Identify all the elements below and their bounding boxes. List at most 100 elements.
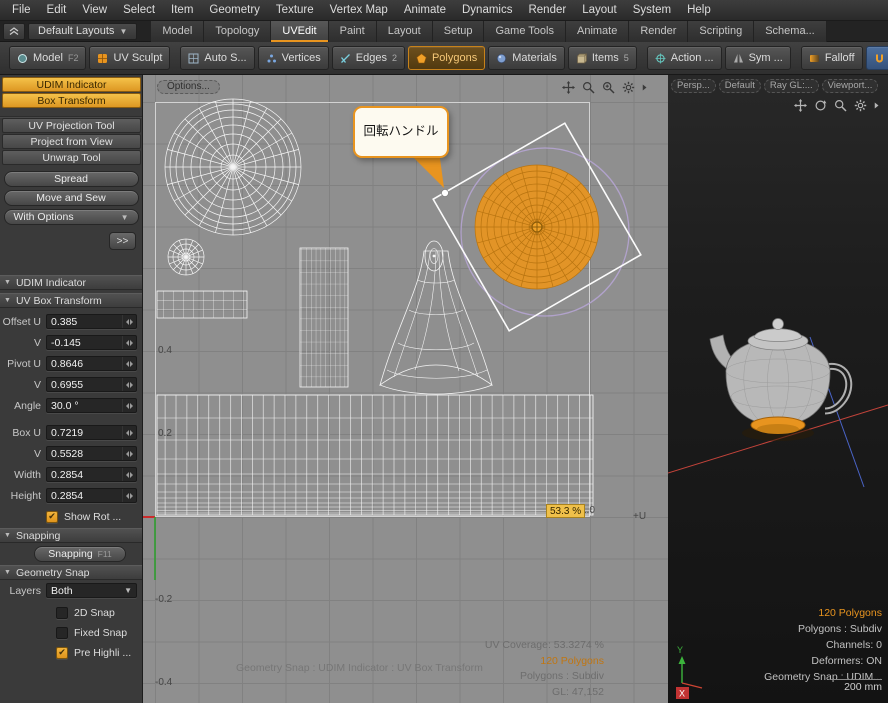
- width-field[interactable]: 0.2854: [46, 467, 137, 482]
- pivot-v-field[interactable]: 0.6955: [46, 377, 137, 392]
- pivot-u-field[interactable]: 0.8646: [46, 356, 137, 371]
- layout-tab-schematic[interactable]: Schema...: [754, 21, 827, 42]
- default-shading-dropdown[interactable]: Default: [719, 79, 761, 93]
- tool-uv-projection[interactable]: UV Projection Tool: [2, 118, 141, 133]
- items-mode-button[interactable]: Items 5: [568, 46, 637, 70]
- 2d-snap-checkbox[interactable]: [56, 607, 68, 619]
- pan-icon[interactable]: [562, 81, 575, 94]
- layout-tab-game-tools[interactable]: Game Tools: [484, 21, 566, 42]
- snapping-toggle-button[interactable]: Snapping F11: [34, 546, 126, 562]
- layout-tab-topology[interactable]: Topology: [204, 21, 271, 42]
- perspective-dropdown[interactable]: Persp...: [671, 79, 716, 93]
- show-rotation-checkbox[interactable]: ✔: [46, 511, 58, 523]
- tool-unwrap[interactable]: Unwrap Tool: [2, 150, 141, 165]
- mini-slider[interactable]: [122, 468, 136, 481]
- gear-icon[interactable]: [622, 81, 635, 94]
- zoom-icon[interactable]: [582, 81, 595, 94]
- uv-viewport[interactable]: Options... 0.4 0.2 -0.2 -0.4 1.0 +U 53.3…: [143, 75, 668, 703]
- ray-gl-dropdown[interactable]: Ray GL:...: [764, 79, 819, 93]
- polygons-mode-button[interactable]: Polygons: [408, 46, 485, 70]
- menu-file[interactable]: File: [4, 0, 39, 21]
- uv-sculpt-button[interactable]: UV Sculpt: [89, 46, 170, 70]
- layout-tab-model[interactable]: Model: [151, 21, 204, 42]
- tool-udim-indicator[interactable]: UDIM Indicator: [2, 77, 141, 92]
- menu-dynamics[interactable]: Dynamics: [454, 0, 520, 21]
- box-v-field[interactable]: 0.5528: [46, 446, 137, 461]
- expand-arrow-icon[interactable]: [642, 83, 648, 92]
- model-mode-button[interactable]: Model F2: [9, 46, 86, 70]
- tool-box-transform[interactable]: Box Transform: [2, 93, 141, 108]
- mini-slider[interactable]: [122, 447, 136, 460]
- box-u-field[interactable]: 0.7219: [46, 425, 137, 440]
- gear-icon[interactable]: [854, 99, 867, 112]
- items-icon: [576, 53, 587, 64]
- section-udim-indicator[interactable]: ▼ UDIM Indicator: [0, 275, 142, 290]
- auto-select-button[interactable]: Auto S...: [180, 46, 254, 70]
- menu-vertex-map[interactable]: Vertex Map: [322, 0, 396, 21]
- materials-mode-button[interactable]: Materials: [488, 46, 565, 70]
- mini-slider[interactable]: [122, 357, 136, 370]
- ruler-label: 0.4: [158, 345, 172, 356]
- symmetry-button[interactable]: Sym ...: [725, 46, 791, 70]
- section-uv-box-transform[interactable]: ▼ UV Box Transform: [0, 293, 142, 308]
- viewport-options-dropdown[interactable]: Viewport...: [822, 79, 879, 93]
- with-options-dropdown[interactable]: With Options ▼: [4, 209, 139, 225]
- menu-view[interactable]: View: [74, 0, 115, 21]
- model-mode-shortcut: F2: [68, 53, 79, 63]
- layout-tab-paint[interactable]: Paint: [329, 21, 377, 42]
- offset-v-field[interactable]: -0.145: [46, 335, 137, 350]
- polygons-label: Polygons: [432, 52, 477, 64]
- section-snapping[interactable]: ▼ Snapping: [0, 528, 142, 543]
- layout-tab-animate[interactable]: Animate: [566, 21, 629, 42]
- offset-u-field[interactable]: 0.385: [46, 314, 137, 329]
- menu-layout[interactable]: Layout: [574, 0, 625, 21]
- menu-render[interactable]: Render: [520, 0, 574, 21]
- menu-animate[interactable]: Animate: [396, 0, 454, 21]
- menu-system[interactable]: System: [625, 0, 679, 21]
- layout-tab-layout[interactable]: Layout: [377, 21, 433, 42]
- grid-scale-label: 200 mm: [832, 679, 882, 693]
- height-field[interactable]: 0.2854: [46, 488, 137, 503]
- mini-slider[interactable]: [122, 336, 136, 349]
- layout-tab-render[interactable]: Render: [629, 21, 688, 42]
- fixed-snap-checkbox[interactable]: [56, 627, 68, 639]
- angle-field[interactable]: 30.0 °: [46, 398, 137, 413]
- perspective-3d-viewport[interactable]: Y X Persp... Default Ray GL:... Viewport…: [668, 75, 888, 703]
- falloff-icon: [809, 53, 820, 64]
- layout-tab-setup[interactable]: Setup: [433, 21, 485, 42]
- options-button[interactable]: Options...: [157, 80, 220, 94]
- menu-geometry[interactable]: Geometry: [201, 0, 268, 21]
- edges-mode-button[interactable]: Edges 2: [332, 46, 405, 70]
- menu-help[interactable]: Help: [679, 0, 719, 21]
- mini-slider[interactable]: [122, 315, 136, 328]
- section-geometry-snap[interactable]: ▼ Geometry Snap: [0, 565, 142, 580]
- zoom-region-icon[interactable]: [602, 81, 615, 94]
- layout-tab-scripting[interactable]: Scripting: [688, 21, 754, 42]
- mini-slider[interactable]: [122, 489, 136, 502]
- falloff-button[interactable]: Falloff: [801, 46, 863, 70]
- menu-edit[interactable]: Edit: [39, 0, 75, 21]
- panel-expand-button[interactable]: >>: [109, 232, 136, 250]
- menu-texture[interactable]: Texture: [268, 0, 322, 21]
- layout-tab-uvedit[interactable]: UVEdit: [271, 21, 328, 42]
- vertices-mode-button[interactable]: Vertices: [258, 46, 329, 70]
- layout-switcher-button[interactable]: [3, 23, 25, 40]
- pan-icon[interactable]: [794, 99, 807, 112]
- pre-highlight-checkbox[interactable]: ✔: [56, 647, 68, 659]
- tool-project-from-view[interactable]: Project from View: [2, 134, 141, 149]
- action-center-button[interactable]: Action ...: [647, 46, 722, 70]
- mini-slider[interactable]: [122, 426, 136, 439]
- menu-select[interactable]: Select: [115, 0, 163, 21]
- pivot-u-label: Pivot U: [0, 358, 46, 370]
- zoom-icon[interactable]: [834, 99, 847, 112]
- expand-arrow-icon[interactable]: [874, 101, 880, 110]
- orbit-icon[interactable]: [814, 99, 827, 112]
- default-layouts-dropdown[interactable]: Default Layouts ▼: [28, 23, 137, 40]
- spread-button[interactable]: Spread: [4, 171, 139, 187]
- layers-dropdown[interactable]: Both ▼: [46, 583, 137, 598]
- move-and-sew-button[interactable]: Move and Sew: [4, 190, 139, 206]
- menu-item[interactable]: Item: [163, 0, 201, 21]
- snap-button[interactable]: Snap...: [866, 46, 888, 70]
- mini-slider[interactable]: [122, 378, 136, 391]
- mini-slider[interactable]: [122, 399, 136, 412]
